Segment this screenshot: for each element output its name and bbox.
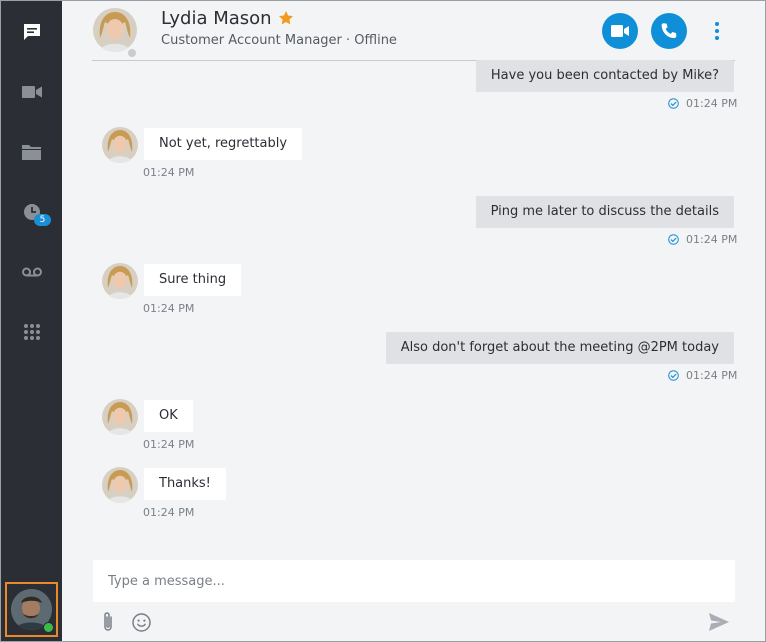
sidebar-item-chats[interactable] [1,12,62,52]
folder-icon [22,145,41,160]
read-check-icon [668,98,679,109]
message-bubble-incoming: Thanks! [144,468,226,500]
conversation-pane: Lydia Mason Customer Account Manager · O… [62,1,765,641]
phone-icon [661,23,677,38]
message-time: 01:24 PM [686,369,738,382]
read-check-icon [668,370,679,381]
paperclip-icon [104,612,112,631]
contact-subtitle: Customer Account Manager · Offline [161,33,397,48]
contact-name: Lydia Mason [161,8,272,29]
video-icon [21,86,42,98]
message-time: 01:24 PM [686,233,738,246]
offline-status-dot [126,47,138,59]
message-input[interactable] [93,560,735,602]
message-time: 01:24 PM [143,438,195,451]
message-bubble-outgoing: Also don't forget about the meeting @2PM… [385,332,734,364]
message-time: 01:24 PM [143,302,195,315]
more-vertical-icon [715,22,719,40]
contact-avatar-small [102,127,138,163]
video-call-icon [611,25,629,37]
star-icon[interactable] [278,10,294,26]
app-window: 5 Lydia Mason Customer Account Manager ·… [0,0,766,642]
contact-avatar-small [102,399,138,435]
video-call-button[interactable] [602,13,638,49]
send-icon [709,613,729,631]
message-time: 01:24 PM [143,166,195,179]
contact-avatar[interactable] [93,8,138,59]
contact-avatar-small [102,467,138,503]
message-bubble-outgoing: Have you been contacted by Mike? [475,60,734,92]
sidebar-item-recent[interactable]: 5 [1,192,62,232]
dialpad-icon [23,324,40,340]
voicemail-icon [21,267,42,277]
contact-avatar-small [102,263,138,299]
unread-badge: 5 [34,214,51,226]
message-bubble-incoming: Sure thing [144,264,242,296]
voice-call-button[interactable] [651,13,687,49]
message-bubble-incoming: OK [144,400,193,432]
chat-icon [23,24,40,40]
message-bubble-outgoing: Ping me later to discuss the details [475,196,734,228]
message-bubble-incoming: Not yet, regrettably [144,128,303,160]
read-check-icon [668,234,679,245]
message-time: 01:24 PM [686,97,738,110]
sidebar-item-files[interactable] [1,132,62,172]
sidebar-item-dialpad[interactable] [1,312,62,352]
online-status-dot [43,622,54,633]
message-time: 01:24 PM [143,506,195,519]
emoji-button[interactable] [130,610,152,634]
sidebar-item-video[interactable] [1,72,62,112]
my-profile-button[interactable] [5,582,58,637]
message-composer [93,560,735,602]
sidebar: 5 [1,1,62,641]
send-button[interactable] [707,610,731,634]
sidebar-item-voicemail[interactable] [1,252,62,292]
more-options-button[interactable] [707,19,727,43]
emoji-icon [131,612,151,632]
attach-button[interactable] [97,610,119,634]
conversation-header: Lydia Mason Customer Account Manager · O… [92,1,735,61]
